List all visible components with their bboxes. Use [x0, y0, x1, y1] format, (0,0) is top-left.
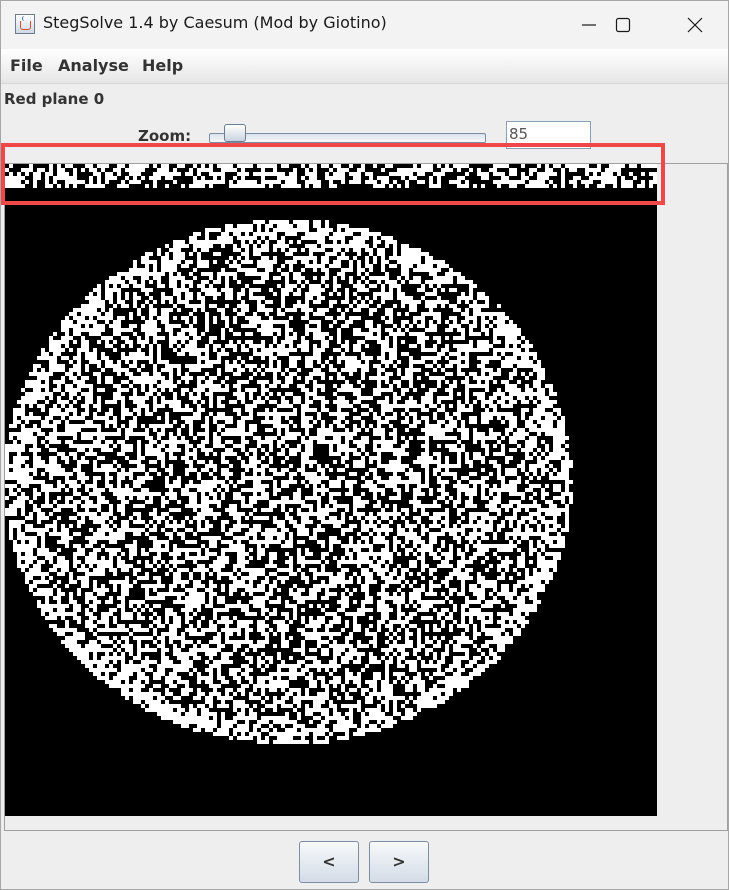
menu-file[interactable]: File: [10, 56, 43, 75]
maximize-icon: [615, 17, 631, 33]
title-bar[interactable]: StegSolve 1.4 by Caesum (Mod by Giotino): [1, 1, 728, 49]
red-plane-image: [5, 164, 657, 816]
previous-plane-button[interactable]: <: [299, 841, 359, 883]
menu-help[interactable]: Help: [142, 56, 183, 75]
zoom-slider-thumb[interactable]: [224, 124, 247, 142]
stegsolve-window: StegSolve 1.4 by Caesum (Mod by Giotino)…: [0, 0, 729, 890]
java-app-icon: [15, 14, 35, 34]
menu-analyse[interactable]: Analyse: [58, 56, 129, 75]
zoom-slider[interactable]: [209, 133, 486, 143]
plane-label: Red plane 0: [4, 90, 105, 108]
image-viewer[interactable]: [4, 163, 728, 831]
highlight-box: [1, 143, 665, 205]
menu-bar: File Analyse Help: [1, 49, 728, 84]
window-title: StegSolve 1.4 by Caesum (Mod by Giotino): [43, 13, 387, 32]
minimize-icon: [582, 24, 596, 26]
maximize-button[interactable]: [600, 1, 646, 49]
close-icon: [687, 17, 703, 33]
next-plane-button[interactable]: >: [369, 841, 429, 883]
close-button[interactable]: [672, 1, 718, 49]
